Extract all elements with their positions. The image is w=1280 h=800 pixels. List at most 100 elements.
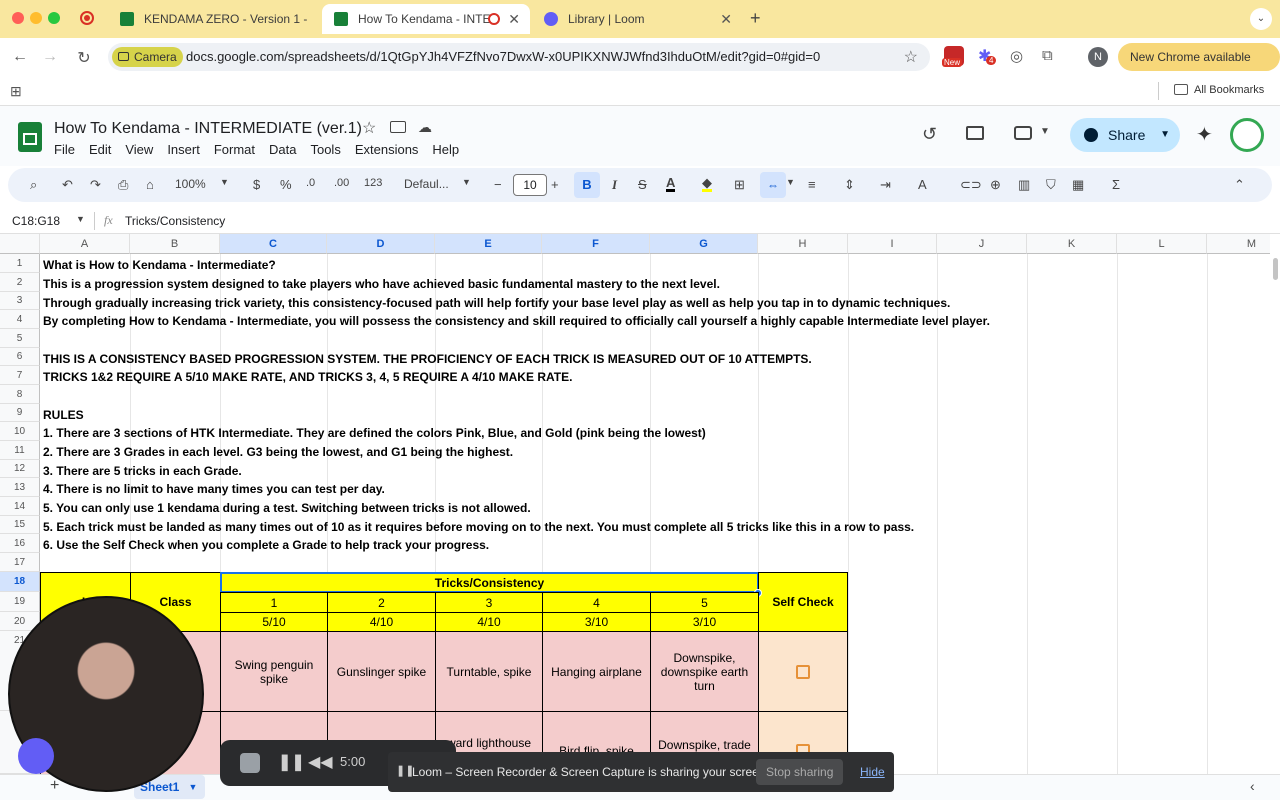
row-header[interactable]: 14 — [0, 497, 40, 516]
rewind-icon[interactable]: ◀◀ — [308, 752, 333, 772]
meet-icon[interactable] — [1014, 126, 1032, 140]
sheets-logo-icon[interactable] — [18, 122, 42, 152]
reload-icon[interactable]: ↻ — [74, 48, 94, 68]
column-header-f[interactable]: F — [542, 234, 650, 254]
menu-file[interactable]: File — [54, 142, 75, 157]
make-rate-cell[interactable]: 3/10 — [650, 612, 759, 632]
star-icon[interactable]: ☆ — [362, 118, 376, 138]
close-tab-icon[interactable]: ✕ — [720, 4, 732, 34]
column-header-h[interactable]: H — [758, 234, 848, 254]
percent-format-button[interactable]: % — [280, 177, 292, 192]
zoom-dropdown-icon[interactable]: ▼ — [220, 177, 229, 187]
row-header[interactable]: 17 — [0, 553, 40, 572]
trick-number-cell[interactable]: 5 — [650, 592, 759, 613]
trick-number-cell[interactable]: 3 — [435, 592, 543, 613]
self-check-checkbox[interactable] — [796, 664, 810, 679]
column-header-j[interactable]: J — [937, 234, 1027, 254]
forward-icon[interactable]: → — [40, 48, 60, 66]
trick-cell[interactable]: Turntable, spike — [435, 631, 543, 712]
borders-icon[interactable]: ⊞ — [734, 177, 745, 193]
strikethrough-icon[interactable]: S — [638, 177, 647, 192]
trick-number-cell[interactable]: 1 — [220, 592, 328, 613]
insert-comment-icon[interactable]: ⊕ — [990, 177, 1001, 193]
back-icon[interactable]: ← — [10, 48, 30, 66]
trick-number-cell[interactable]: 4 — [542, 592, 651, 613]
insert-chart-icon[interactable]: ▥ — [1018, 177, 1030, 193]
font-select[interactable]: Defaul... — [404, 177, 449, 191]
name-box[interactable]: C18:G18 — [12, 214, 60, 228]
text-color-icon[interactable]: A — [666, 176, 676, 192]
scrollbar-thumb[interactable] — [1273, 258, 1278, 280]
row-header[interactable]: 9 — [0, 404, 40, 422]
collapse-toolbar-icon[interactable]: ⌃ — [1234, 177, 1245, 193]
column-header-e[interactable]: E — [435, 234, 542, 254]
cell-a4[interactable]: By completing How to Kendama - Intermedi… — [43, 314, 990, 328]
collapse-side-panel-icon[interactable]: ‹ — [1250, 778, 1255, 794]
zoom-select[interactable]: 100% — [175, 177, 206, 191]
font-dropdown-icon[interactable]: ▼ — [462, 177, 471, 187]
vertical-align-icon[interactable]: ⇕ — [844, 177, 855, 193]
row-header[interactable]: 1 — [0, 254, 40, 273]
trick-cell[interactable]: Swing penguin spike — [220, 631, 328, 712]
tab-kendama-zero[interactable]: KENDAMA ZERO - Version 1 - — [108, 4, 318, 34]
row-header[interactable]: 11 — [0, 441, 40, 460]
loom-extension-icon[interactable]: ✱ 4 — [978, 46, 998, 66]
cell-a16[interactable]: 6. Use the Self Check when you complete … — [43, 538, 489, 552]
self-check-header-cell[interactable]: Self Check — [758, 572, 848, 632]
cell-a9[interactable]: RULES — [43, 408, 84, 422]
row-header[interactable]: 10 — [0, 422, 40, 441]
menu-help[interactable]: Help — [432, 142, 459, 157]
new-tab-icon[interactable]: + — [750, 8, 761, 29]
cell-a11[interactable]: 2. There are 3 Grades in each level. G3 … — [43, 445, 513, 459]
undo-icon[interactable]: ↶ — [62, 177, 73, 193]
loom-menu-icon[interactable] — [18, 738, 54, 774]
name-box-dropdown-icon[interactable]: ▼ — [76, 214, 85, 224]
row-header[interactable]: 19 — [0, 592, 40, 612]
italic-icon[interactable]: I — [612, 177, 617, 193]
redo-icon[interactable]: ↷ — [90, 177, 101, 193]
make-rate-cell[interactable]: 4/10 — [327, 612, 436, 632]
menu-format[interactable]: Format — [214, 142, 255, 157]
camera-chip[interactable]: Camera — [112, 47, 183, 67]
cell-a13[interactable]: 4. There is no limit to have many times … — [43, 482, 385, 496]
cell-a7[interactable]: TRICKS 1&2 REQUIRE A 5/10 MAKE RATE, AND… — [43, 370, 572, 384]
column-header-i[interactable]: I — [848, 234, 937, 254]
column-header-b[interactable]: B — [130, 234, 220, 254]
row-header[interactable]: 16 — [0, 534, 40, 553]
extensions-puzzle-icon[interactable]: ⧉ — [1042, 47, 1053, 64]
close-tab-icon[interactable]: ✕ — [508, 4, 520, 34]
maximize-window-icon[interactable] — [48, 12, 60, 24]
trick-cell[interactable]: Hanging airplane — [542, 631, 651, 712]
font-size-input[interactable]: 10 — [513, 174, 547, 196]
row-header[interactable]: 12 — [0, 460, 40, 478]
cell-a2[interactable]: This is a progression system designed to… — [43, 277, 720, 291]
functions-icon[interactable]: Σ — [1112, 177, 1120, 192]
text-wrapping-icon[interactable]: ⇥ — [880, 177, 891, 193]
menu-tools[interactable]: Tools — [310, 142, 340, 157]
cloud-status-icon[interactable]: ☁ — [418, 119, 432, 136]
trick-number-cell[interactable]: 2 — [327, 592, 436, 613]
cell-a14[interactable]: 5. You can only use 1 kendama during a t… — [43, 501, 531, 515]
paint-format-icon[interactable]: ⌂ — [146, 177, 154, 192]
filter-views-icon[interactable]: ▦ — [1072, 177, 1084, 193]
decrease-decimal-button[interactable]: .0 — [306, 177, 315, 189]
row-header[interactable]: 7 — [0, 366, 40, 385]
stop-sharing-button[interactable]: Stop sharing — [756, 759, 844, 785]
gemini-icon[interactable]: ✦ — [1196, 122, 1213, 147]
row-header[interactable]: 3 — [0, 292, 40, 310]
tab-loom-library[interactable]: Library | Loom ✕ — [532, 4, 742, 34]
currency-format-button[interactable]: $ — [253, 177, 260, 192]
bookmark-star-icon[interactable]: ☆ — [904, 47, 918, 67]
text-rotation-icon[interactable]: A — [918, 177, 927, 192]
make-rate-cell[interactable]: 4/10 — [435, 612, 543, 632]
trick-cell[interactable]: Downspike, downspike earth turn — [650, 631, 759, 712]
row-header[interactable]: 13 — [0, 478, 40, 497]
row-header[interactable]: 8 — [0, 385, 40, 404]
comments-icon[interactable] — [966, 126, 984, 140]
cell-a10[interactable]: 1. There are 3 sections of HTK Intermedi… — [43, 426, 706, 440]
row-header[interactable]: 5 — [0, 329, 40, 348]
print-icon[interactable]: ⎙ — [118, 177, 128, 193]
tab-how-to-kendama[interactable]: How To Kendama - INTER ✕ — [322, 4, 530, 34]
make-rate-cell[interactable]: 3/10 — [542, 612, 651, 632]
menu-edit[interactable]: Edit — [89, 142, 111, 157]
